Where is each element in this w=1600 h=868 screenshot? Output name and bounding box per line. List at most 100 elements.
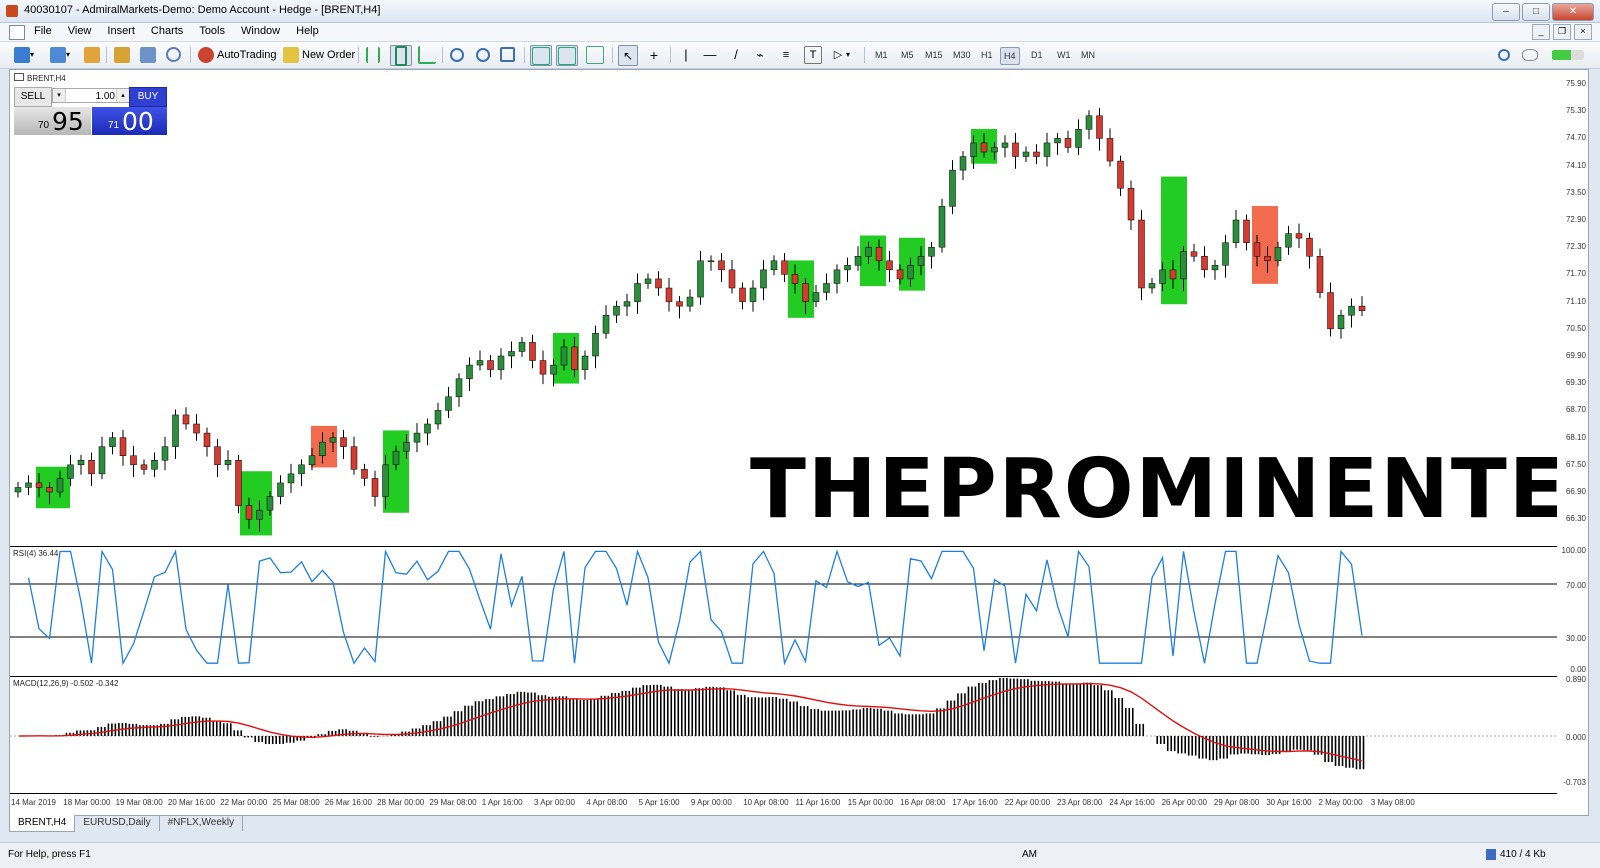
crosshair-icon[interactable]: + — [646, 45, 662, 64]
navigator-icon[interactable] — [114, 45, 130, 64]
menu-view[interactable]: View — [68, 25, 102, 37]
candle-body — [1169, 269, 1177, 280]
candle-body — [1075, 129, 1082, 148]
candle-body — [319, 441, 326, 456]
tab-nflx-weekly[interactable]: #NFLX,Weekly — [160, 815, 244, 831]
new-chart-button[interactable]: ▾ — [14, 45, 34, 64]
candle-body — [1064, 138, 1072, 148]
mdi-restore-button[interactable]: ❐ — [1553, 24, 1571, 40]
auto-scroll-icon[interactable] — [530, 45, 552, 66]
bid-price-small: 70 — [38, 120, 50, 131]
rsi-pane[interactable]: RSI(4) 36.44 — [10, 547, 1557, 677]
sell-button[interactable]: SELL — [14, 87, 52, 107]
timeframe-m1[interactable]: M1 — [872, 47, 891, 63]
strategy-tester-icon[interactable] — [166, 45, 181, 64]
line-chart-icon[interactable] — [418, 45, 436, 64]
buy-button[interactable]: BUY — [129, 87, 167, 107]
watermark-text: THEPROMINENTE — [750, 442, 1557, 537]
traffic-text: 410 / 4 Kb — [1500, 849, 1546, 860]
time-tick-label: 22 Mar 00:00 — [220, 798, 268, 807]
candle-body — [1127, 188, 1135, 221]
menu-help[interactable]: Help — [296, 25, 329, 37]
candle-body — [518, 342, 526, 352]
maximize-button[interactable]: □ — [1522, 3, 1550, 21]
candle-body — [224, 460, 232, 466]
market-watch-icon[interactable] — [84, 45, 100, 64]
mdi-close-button[interactable]: × — [1574, 24, 1592, 40]
candle-body — [833, 269, 841, 284]
time-tick-label: 17 Apr 16:00 — [952, 798, 998, 807]
menu-insert[interactable]: Insert — [107, 25, 145, 37]
candle-body — [77, 460, 85, 466]
menu-file[interactable]: File — [34, 25, 62, 37]
mdi-minimize-button[interactable]: _ — [1532, 24, 1550, 40]
candle-body — [235, 460, 242, 506]
document-icon[interactable] — [9, 25, 25, 40]
indicators-icon[interactable] — [586, 45, 604, 64]
candle-body — [14, 487, 22, 493]
timeframe-h4[interactable]: H4 — [1000, 47, 1020, 65]
vertical-line-icon[interactable]: | — [678, 45, 694, 64]
chart-window[interactable]: BRENT,H4 SELL ▾ 1.00 ▴ BUY 70 95 71 00 THEPR… — [9, 69, 1589, 816]
macd-tick-label: 0.000 — [1565, 733, 1586, 742]
zoom-in-icon[interactable] — [450, 45, 464, 64]
search-icon[interactable] — [1498, 45, 1510, 64]
autotrading-button[interactable]: AutoTrading — [198, 45, 277, 64]
chart-shift-icon[interactable] — [556, 45, 578, 66]
timeframe-m30[interactable]: M30 — [950, 47, 974, 63]
time-tick-label: 5 Apr 16:00 — [638, 798, 680, 807]
trendline-icon[interactable]: / — [728, 45, 744, 64]
macd-pane[interactable]: MACD(12,26,9) -0.502 -0.342 — [10, 677, 1557, 794]
candlestick-chart-icon[interactable] — [390, 45, 412, 66]
text-icon[interactable]: T — [804, 45, 822, 64]
timeframe-w1[interactable]: W1 — [1054, 47, 1074, 63]
minimize-button[interactable]: – — [1492, 3, 1520, 21]
candle-body — [550, 364, 557, 375]
candle-body — [56, 478, 64, 493]
timeframe-m15[interactable]: M15 — [922, 47, 946, 63]
zoom-out-icon[interactable] — [476, 45, 490, 64]
rsi-tick-label: 30.00 — [1565, 634, 1586, 643]
bid-price[interactable]: 70 95 — [14, 107, 91, 136]
terminal-icon[interactable] — [140, 45, 156, 64]
candle-body — [434, 410, 442, 425]
candle-body — [592, 333, 599, 357]
lot-size-field[interactable]: ▾ 1.00 ▴ — [52, 88, 130, 103]
time-tick-label: 29 Mar 08:00 — [429, 798, 477, 807]
timeframe-h1[interactable]: H1 — [978, 47, 996, 63]
shapes-icon[interactable]: ▷ ▾ — [830, 45, 850, 64]
rsi-chart — [10, 549, 1557, 666]
tile-windows-icon[interactable] — [500, 45, 515, 64]
timeframe-mn[interactable]: MN — [1078, 47, 1098, 63]
menu-charts[interactable]: Charts — [151, 25, 193, 37]
candle-body — [88, 460, 95, 475]
tab-eurusd-daily[interactable]: EURUSD,Daily — [75, 815, 160, 831]
timeframe-d1[interactable]: D1 — [1028, 47, 1046, 63]
price-pane[interactable]: BRENT,H4 SELL ▾ 1.00 ▴ BUY 70 95 71 00 THEPR… — [10, 70, 1557, 547]
lot-increase-icon[interactable]: ▴ — [116, 89, 129, 102]
lot-decrease-icon[interactable]: ▾ — [53, 89, 66, 102]
timeframe-m5[interactable]: M5 — [898, 47, 917, 63]
fibonacci-icon[interactable]: ≡ — [778, 45, 794, 64]
cursor-icon[interactable]: ↖ — [618, 45, 638, 66]
candle-body — [613, 305, 620, 316]
candle-body — [277, 482, 284, 497]
candle-body — [1033, 151, 1040, 157]
time-tick-label: 3 Apr 00:00 — [534, 798, 575, 807]
menu-window[interactable]: Window — [241, 25, 290, 37]
horizontal-line-icon[interactable]: — — [702, 45, 718, 64]
candle-body — [560, 346, 568, 366]
candle-body — [634, 283, 641, 302]
bar-chart-icon[interactable] — [366, 45, 380, 64]
candle-body — [917, 256, 925, 266]
price-tick-label: 74.70 — [1565, 133, 1586, 143]
chat-icon[interactable] — [1522, 45, 1538, 64]
channel-icon[interactable]: ⌁ — [752, 45, 768, 64]
new-order-button[interactable]: New Order — [283, 45, 355, 64]
ask-price[interactable]: 71 00 — [92, 107, 167, 136]
tab-brent-h4[interactable]: BRENT,H4 — [9, 815, 76, 832]
close-button[interactable]: ✕ — [1552, 3, 1594, 21]
time-tick-label: 20 Mar 16:00 — [167, 798, 216, 807]
profiles-button[interactable]: ▾ — [50, 45, 70, 64]
menu-tools[interactable]: Tools — [199, 25, 235, 37]
